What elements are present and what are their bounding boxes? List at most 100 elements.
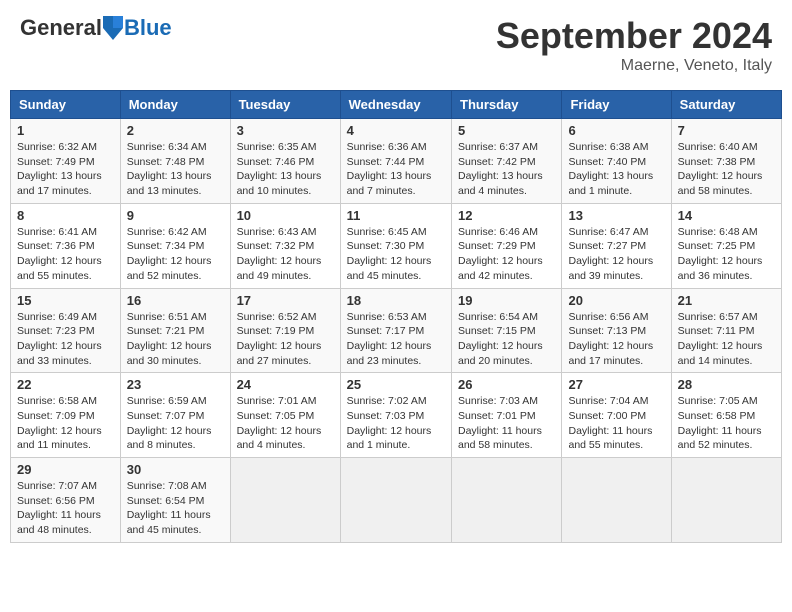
calendar-day-cell: 27 Sunrise: 7:04 AM Sunset: 7:00 PM Dayli… xyxy=(562,373,671,458)
day-number: 11 xyxy=(347,208,445,223)
calendar-day-cell: 6 Sunrise: 6:38 AM Sunset: 7:40 PM Daylig… xyxy=(562,119,671,204)
day-number: 9 xyxy=(127,208,224,223)
day-number: 26 xyxy=(458,377,555,392)
calendar-week-row: 1Sunrise: 6:32 AM Sunset: 7:49 PM Daylig… xyxy=(11,119,782,204)
day-number: 15 xyxy=(17,293,114,308)
day-detail: Sunrise: 7:05 AM Sunset: 6:58 PM Dayligh… xyxy=(678,394,775,453)
calendar-day-cell: 22Sunrise: 6:58 AM Sunset: 7:09 PM Dayli… xyxy=(11,373,121,458)
day-detail: Sunrise: 6:43 AM Sunset: 7:32 PM Dayligh… xyxy=(237,225,334,284)
day-number: 21 xyxy=(678,293,775,308)
calendar-day-cell: 12Sunrise: 6:46 AM Sunset: 7:29 PM Dayli… xyxy=(452,203,562,288)
calendar-week-row: 22Sunrise: 6:58 AM Sunset: 7:09 PM Dayli… xyxy=(11,373,782,458)
day-number: 5 xyxy=(458,123,555,138)
day-of-week-header: Tuesday xyxy=(230,91,340,119)
calendar-day-cell: 20 Sunrise: 6:56 AM Sunset: 7:13 PM Dayli… xyxy=(562,288,671,373)
day-detail: Sunrise: 6:36 AM Sunset: 7:44 PM Dayligh… xyxy=(347,140,445,199)
day-detail: Sunrise: 7:04 AM Sunset: 7:00 PM Dayligh… xyxy=(568,394,664,453)
day-number: 10 xyxy=(237,208,334,223)
day-number: 4 xyxy=(347,123,445,138)
day-number: 20 xyxy=(568,293,664,308)
day-number: 23 xyxy=(127,377,224,392)
day-detail: Sunrise: 6:41 AM Sunset: 7:36 PM Dayligh… xyxy=(17,225,114,284)
calendar-day-cell: 23 Sunrise: 6:59 AM Sunset: 7:07 PM Dayli… xyxy=(120,373,230,458)
day-number: 24 xyxy=(237,377,334,392)
calendar-week-row: 15 Sunrise: 6:49 AM Sunset: 7:23 PM Dayli… xyxy=(11,288,782,373)
day-number: 25 xyxy=(347,377,445,392)
calendar-day-cell: 15 Sunrise: 6:49 AM Sunset: 7:23 PM Dayli… xyxy=(11,288,121,373)
day-detail: Sunrise: 6:53 AM Sunset: 7:17 PM Dayligh… xyxy=(347,310,445,369)
day-number: 17 xyxy=(237,293,334,308)
calendar-day-cell: 2Sunrise: 6:34 AM Sunset: 7:48 PM Daylig… xyxy=(120,119,230,204)
day-detail: Sunrise: 6:40 AM Sunset: 7:38 PM Dayligh… xyxy=(678,140,775,199)
calendar-day-cell: 8 Sunrise: 6:41 AM Sunset: 7:36 PM Daylig… xyxy=(11,203,121,288)
day-number: 8 xyxy=(17,208,114,223)
calendar-day-cell: 21Sunrise: 6:57 AM Sunset: 7:11 PM Dayli… xyxy=(671,288,781,373)
day-of-week-header: Monday xyxy=(120,91,230,119)
day-detail: Sunrise: 6:35 AM Sunset: 7:46 PM Dayligh… xyxy=(237,140,334,199)
calendar-week-row: 29 Sunrise: 7:07 AM Sunset: 6:56 PM Dayli… xyxy=(11,458,782,543)
day-detail: Sunrise: 7:08 AM Sunset: 6:54 PM Dayligh… xyxy=(127,479,224,538)
day-of-week-header: Sunday xyxy=(11,91,121,119)
calendar-week-row: 8 Sunrise: 6:41 AM Sunset: 7:36 PM Daylig… xyxy=(11,203,782,288)
day-detail: Sunrise: 6:37 AM Sunset: 7:42 PM Dayligh… xyxy=(458,140,555,199)
calendar-day-cell: 18 Sunrise: 6:53 AM Sunset: 7:17 PM Dayli… xyxy=(340,288,451,373)
day-detail: Sunrise: 6:54 AM Sunset: 7:15 PM Dayligh… xyxy=(458,310,555,369)
day-detail: Sunrise: 6:48 AM Sunset: 7:25 PM Dayligh… xyxy=(678,225,775,284)
day-detail: Sunrise: 6:59 AM Sunset: 7:07 PM Dayligh… xyxy=(127,394,224,453)
day-detail: Sunrise: 6:47 AM Sunset: 7:27 PM Dayligh… xyxy=(568,225,664,284)
calendar-table: SundayMondayTuesdayWednesdayThursdayFrid… xyxy=(10,90,782,543)
day-detail: Sunrise: 7:07 AM Sunset: 6:56 PM Dayligh… xyxy=(17,479,114,538)
day-detail: Sunrise: 6:51 AM Sunset: 7:21 PM Dayligh… xyxy=(127,310,224,369)
day-number: 6 xyxy=(568,123,664,138)
day-of-week-header: Thursday xyxy=(452,91,562,119)
day-number: 27 xyxy=(568,377,664,392)
location-subtitle: Maerne, Veneto, Italy xyxy=(496,57,772,75)
day-number: 28 xyxy=(678,377,775,392)
day-number: 3 xyxy=(237,123,334,138)
day-detail: Sunrise: 7:02 AM Sunset: 7:03 PM Dayligh… xyxy=(347,394,445,453)
page-header: General Blue September 2024 Maerne, Vene… xyxy=(10,10,782,80)
logo-general-text: General xyxy=(20,15,102,41)
day-detail: Sunrise: 6:58 AM Sunset: 7:09 PM Dayligh… xyxy=(17,394,114,453)
day-number: 19 xyxy=(458,293,555,308)
calendar-day-cell: 4 Sunrise: 6:36 AM Sunset: 7:44 PM Daylig… xyxy=(340,119,451,204)
day-detail: Sunrise: 6:38 AM Sunset: 7:40 PM Dayligh… xyxy=(568,140,664,199)
logo-blue-text: Blue xyxy=(124,15,172,41)
calendar-day-cell: 13Sunrise: 6:47 AM Sunset: 7:27 PM Dayli… xyxy=(562,203,671,288)
logo-icon xyxy=(103,16,123,40)
day-of-week-header: Saturday xyxy=(671,91,781,119)
day-detail: Sunrise: 7:03 AM Sunset: 7:01 PM Dayligh… xyxy=(458,394,555,453)
day-number: 7 xyxy=(678,123,775,138)
logo: General Blue xyxy=(20,15,172,41)
title-block: September 2024 Maerne, Veneto, Italy xyxy=(496,15,772,75)
day-number: 18 xyxy=(347,293,445,308)
calendar-day-cell: 11 Sunrise: 6:45 AM Sunset: 7:30 PM Dayli… xyxy=(340,203,451,288)
calendar-day-cell xyxy=(562,458,671,543)
calendar-day-cell xyxy=(452,458,562,543)
day-detail: Sunrise: 6:45 AM Sunset: 7:30 PM Dayligh… xyxy=(347,225,445,284)
day-detail: Sunrise: 6:49 AM Sunset: 7:23 PM Dayligh… xyxy=(17,310,114,369)
day-detail: Sunrise: 6:52 AM Sunset: 7:19 PM Dayligh… xyxy=(237,310,334,369)
calendar-day-cell xyxy=(340,458,451,543)
day-of-week-header: Friday xyxy=(562,91,671,119)
day-number: 16 xyxy=(127,293,224,308)
calendar-day-cell: 14 Sunrise: 6:48 AM Sunset: 7:25 PM Dayli… xyxy=(671,203,781,288)
calendar-day-cell: 16 Sunrise: 6:51 AM Sunset: 7:21 PM Dayli… xyxy=(120,288,230,373)
calendar-day-cell: 1Sunrise: 6:32 AM Sunset: 7:49 PM Daylig… xyxy=(11,119,121,204)
day-of-week-header: Wednesday xyxy=(340,91,451,119)
day-number: 30 xyxy=(127,462,224,477)
calendar-day-cell: 19 Sunrise: 6:54 AM Sunset: 7:15 PM Dayli… xyxy=(452,288,562,373)
calendar-day-cell: 30 Sunrise: 7:08 AM Sunset: 6:54 PM Dayli… xyxy=(120,458,230,543)
day-detail: Sunrise: 6:32 AM Sunset: 7:49 PM Dayligh… xyxy=(17,140,114,199)
calendar-day-cell: 5 Sunrise: 6:37 AM Sunset: 7:42 PM Daylig… xyxy=(452,119,562,204)
day-number: 29 xyxy=(17,462,114,477)
day-number: 2 xyxy=(127,123,224,138)
day-number: 14 xyxy=(678,208,775,223)
day-detail: Sunrise: 7:01 AM Sunset: 7:05 PM Dayligh… xyxy=(237,394,334,453)
calendar-day-cell: 17 Sunrise: 6:52 AM Sunset: 7:19 PM Dayli… xyxy=(230,288,340,373)
calendar-day-cell: 29 Sunrise: 7:07 AM Sunset: 6:56 PM Dayli… xyxy=(11,458,121,543)
calendar-day-cell: 9Sunrise: 6:42 AM Sunset: 7:34 PM Daylig… xyxy=(120,203,230,288)
calendar-day-cell: 7 Sunrise: 6:40 AM Sunset: 7:38 PM Daylig… xyxy=(671,119,781,204)
day-detail: Sunrise: 6:56 AM Sunset: 7:13 PM Dayligh… xyxy=(568,310,664,369)
calendar-day-cell xyxy=(671,458,781,543)
